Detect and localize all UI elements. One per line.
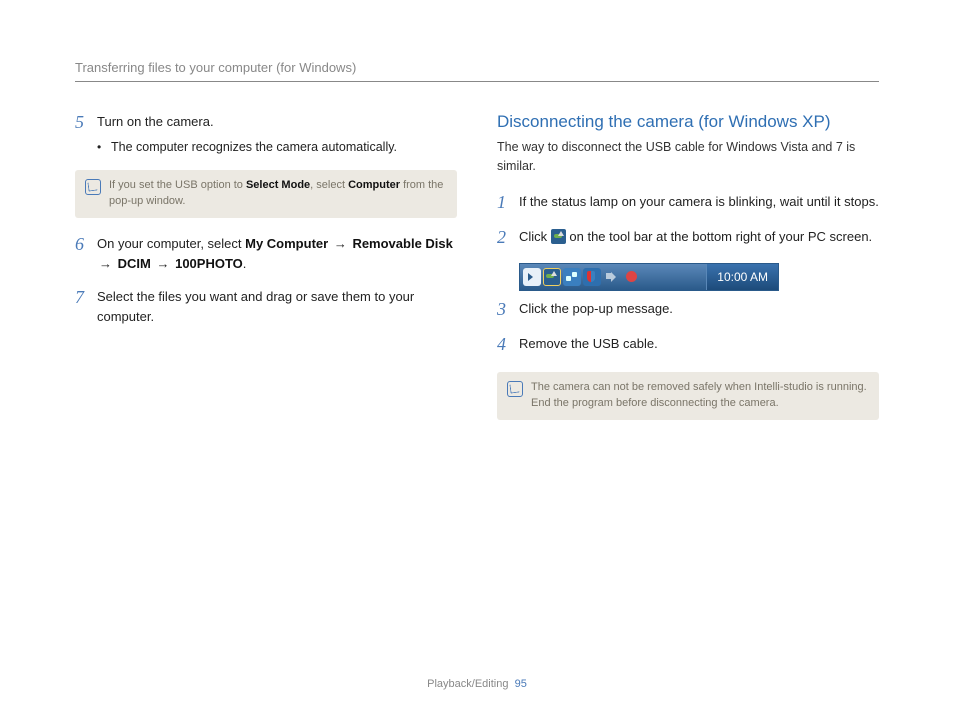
page-footer: Playback/Editing 95 bbox=[0, 678, 954, 690]
section-subtitle: The way to disconnect the USB cable for … bbox=[497, 138, 879, 176]
page-number: 95 bbox=[515, 678, 527, 690]
path-mycomputer: My Computer bbox=[245, 236, 328, 251]
step-number: 7 bbox=[75, 287, 97, 309]
note-bold1: Select Mode bbox=[246, 179, 310, 191]
tray-security-icon bbox=[583, 268, 601, 286]
arrow-icon: → bbox=[334, 236, 347, 251]
tray-volume-icon bbox=[603, 268, 621, 286]
path-100photo: 100PHOTO bbox=[175, 256, 243, 271]
bullet-dot: • bbox=[97, 138, 111, 157]
step-3: 3 Click the pop-up message. bbox=[497, 299, 879, 321]
step2-post: on the tool bar at the bottom right of y… bbox=[566, 229, 872, 244]
tray-network-icon bbox=[563, 268, 581, 286]
right-column: Disconnecting the camera (for Windows XP… bbox=[497, 112, 879, 436]
note-icon bbox=[85, 179, 101, 195]
step-body: Click the pop-up message. bbox=[519, 299, 879, 319]
arrow-icon: → bbox=[99, 256, 112, 271]
tray-clock: 10:00 AM bbox=[706, 264, 778, 290]
path-removable: Removable Disk bbox=[352, 236, 452, 251]
step-text: Turn on the camera. bbox=[97, 114, 214, 129]
note-text: The camera can not be removed safely whe… bbox=[531, 380, 869, 412]
step-body: Click on the tool bar at the bottom righ… bbox=[519, 227, 879, 247]
note-pre: If you set the USB option to bbox=[109, 179, 246, 191]
step-number: 6 bbox=[75, 234, 97, 256]
tray-icons bbox=[520, 264, 706, 290]
note-box: If you set the USB option to Select Mode… bbox=[75, 170, 457, 218]
step2-pre: Click bbox=[519, 229, 551, 244]
tray-safely-remove-icon bbox=[543, 268, 561, 286]
step-4: 4 Remove the USB cable. bbox=[497, 334, 879, 356]
step-1: 1 If the status lamp on your camera is b… bbox=[497, 192, 879, 214]
step-number: 3 bbox=[497, 299, 519, 321]
footer-section: Playback/Editing bbox=[427, 678, 508, 690]
bullet-item: • The computer recognizes the camera aut… bbox=[97, 138, 457, 157]
content-columns: 5 Turn on the camera. • The computer rec… bbox=[75, 112, 879, 436]
left-column: 5 Turn on the camera. • The computer rec… bbox=[75, 112, 457, 436]
step-body: If the status lamp on your camera is bli… bbox=[519, 192, 879, 212]
step-7: 7 Select the files you want and drag or … bbox=[75, 287, 457, 326]
note-mid: , select bbox=[310, 179, 348, 191]
step-5: 5 Turn on the camera. • The computer rec… bbox=[75, 112, 457, 156]
path-dcim: DCIM bbox=[118, 256, 151, 271]
step6-pre: On your computer, select bbox=[97, 236, 245, 251]
arrow-icon: → bbox=[156, 256, 169, 271]
step-body: On your computer, select My Computer → R… bbox=[97, 234, 457, 273]
step-number: 1 bbox=[497, 192, 519, 214]
step-body: Remove the USB cable. bbox=[519, 334, 879, 354]
step-number: 4 bbox=[497, 334, 519, 356]
step-number: 5 bbox=[75, 112, 97, 134]
step-body: Turn on the camera. • The computer recog… bbox=[97, 112, 457, 156]
note-bold2: Computer bbox=[348, 179, 400, 191]
note-box: The camera can not be removed safely whe… bbox=[497, 372, 879, 420]
step-6: 6 On your computer, select My Computer →… bbox=[75, 234, 457, 273]
note-icon bbox=[507, 381, 523, 397]
section-title: Disconnecting the camera (for Windows XP… bbox=[497, 112, 879, 132]
page-header: Transferring files to your computer (for… bbox=[75, 60, 879, 82]
system-tray-image: 10:00 AM bbox=[519, 263, 779, 291]
note-text: If you set the USB option to Select Mode… bbox=[109, 178, 447, 210]
safely-remove-icon bbox=[551, 229, 566, 244]
tray-expand-icon bbox=[523, 268, 541, 286]
step-body: Select the files you want and drag or sa… bbox=[97, 287, 457, 326]
tray-help-icon bbox=[623, 268, 641, 286]
step-2: 2 Click on the tool bar at the bottom ri… bbox=[497, 227, 879, 249]
step-number: 2 bbox=[497, 227, 519, 249]
step6-end: . bbox=[243, 256, 247, 271]
bullet-text: The computer recognizes the camera autom… bbox=[111, 138, 457, 157]
